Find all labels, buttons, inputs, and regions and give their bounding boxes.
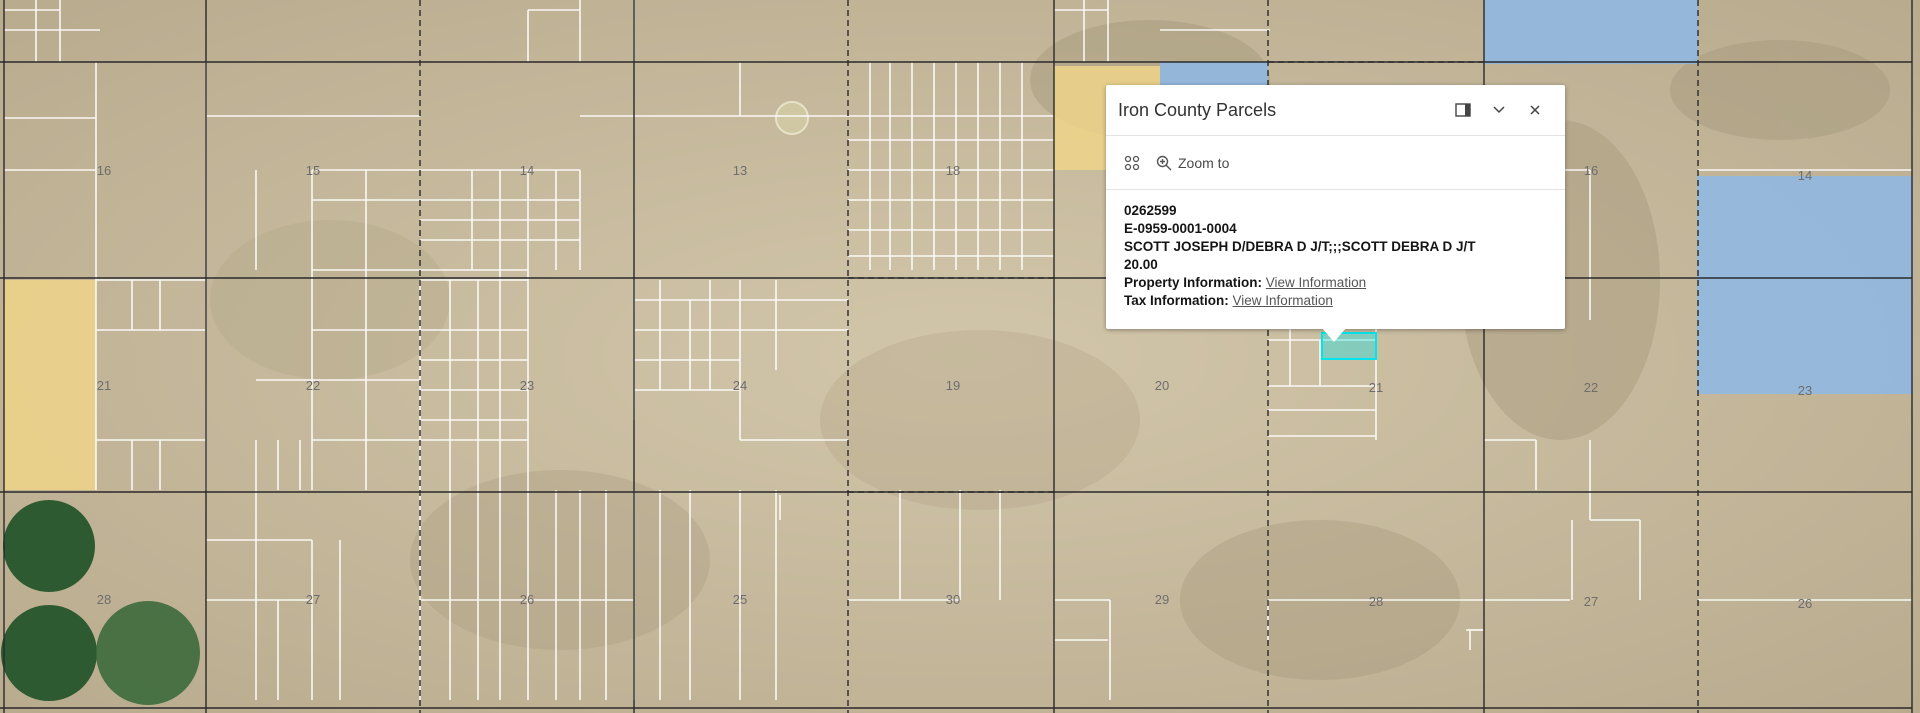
- section-label: 21: [1369, 380, 1383, 395]
- grid-icon: [1124, 155, 1140, 170]
- tax-info-link[interactable]: View Information: [1233, 293, 1333, 308]
- highlight-parcel-blue: [1697, 176, 1913, 394]
- dock-button[interactable]: [1445, 92, 1481, 128]
- close-icon: [1530, 105, 1540, 115]
- section-label: 18: [946, 163, 960, 178]
- section-label: 30: [946, 592, 960, 607]
- section-label: 20: [1155, 378, 1169, 393]
- parcel-owner: SCOTT JOSEPH D/DEBRA D J/T;;;SCOTT DEBRA…: [1124, 239, 1476, 254]
- map-view[interactable]: 16 15 14 13 18 16 14 21 22 23 24 19 20 2…: [0, 0, 1920, 713]
- section-label: 16: [97, 163, 111, 178]
- section-label: 14: [1798, 168, 1812, 183]
- section-label: 16: [1584, 163, 1598, 178]
- zoom-to-button[interactable]: Zoom to: [1148, 151, 1237, 175]
- section-label: 25: [733, 592, 747, 607]
- parcel-id: 0262599: [1124, 203, 1177, 218]
- tax-info-label: Tax Information:: [1124, 293, 1229, 308]
- section-label: 29: [1155, 592, 1169, 607]
- section-label: 26: [520, 592, 534, 607]
- highlight-parcel-yellow: [4, 280, 96, 490]
- property-info-label: Property Information:: [1124, 275, 1263, 290]
- section-label: 21: [97, 378, 111, 393]
- collapse-button[interactable]: [1481, 92, 1517, 128]
- section-label: 28: [97, 592, 111, 607]
- section-label: 22: [306, 378, 320, 393]
- parcel-acreage: 20.00: [1124, 257, 1158, 272]
- actions-menu-button[interactable]: [1116, 151, 1148, 175]
- section-label: 24: [733, 378, 747, 393]
- close-button[interactable]: [1517, 92, 1553, 128]
- section-label: 27: [1584, 594, 1598, 609]
- section-label: 15: [306, 163, 320, 178]
- parcel-account: E-0959-0001-0004: [1124, 221, 1237, 236]
- section-label: 26: [1798, 596, 1812, 611]
- popup-title: Iron County Parcels: [1118, 99, 1277, 120]
- zoom-in-icon: [1156, 155, 1172, 170]
- chevron-down-icon: [1493, 106, 1505, 114]
- dock-icon: [1455, 103, 1471, 117]
- section-label: 27: [306, 592, 320, 607]
- section-label: 13: [733, 163, 747, 178]
- section-label: 14: [520, 163, 534, 178]
- property-info-row: Property Information: View Information: [1124, 274, 1547, 292]
- popup-header: Iron County Parcels: [1106, 85, 1565, 136]
- section-label: 23: [520, 378, 534, 393]
- section-label: 22: [1584, 380, 1598, 395]
- section-label: 19: [946, 378, 960, 393]
- section-label: 28: [1369, 594, 1383, 609]
- section-label: 23: [1798, 383, 1812, 398]
- tax-info-row: Tax Information: View Information: [1124, 292, 1547, 310]
- popup-actions: Zoom to: [1106, 136, 1565, 190]
- popup-pointer: [1322, 328, 1346, 342]
- zoom-to-label: Zoom to: [1178, 154, 1230, 171]
- property-info-link[interactable]: View Information: [1266, 275, 1366, 290]
- parcel-popup: Iron County Parcels Zoom to 0262599 E-09…: [1106, 85, 1565, 329]
- popup-content: 0262599 E-0959-0001-0004 SCOTT JOSEPH D/…: [1106, 190, 1565, 322]
- highlight-parcel-blue: [1484, 0, 1698, 64]
